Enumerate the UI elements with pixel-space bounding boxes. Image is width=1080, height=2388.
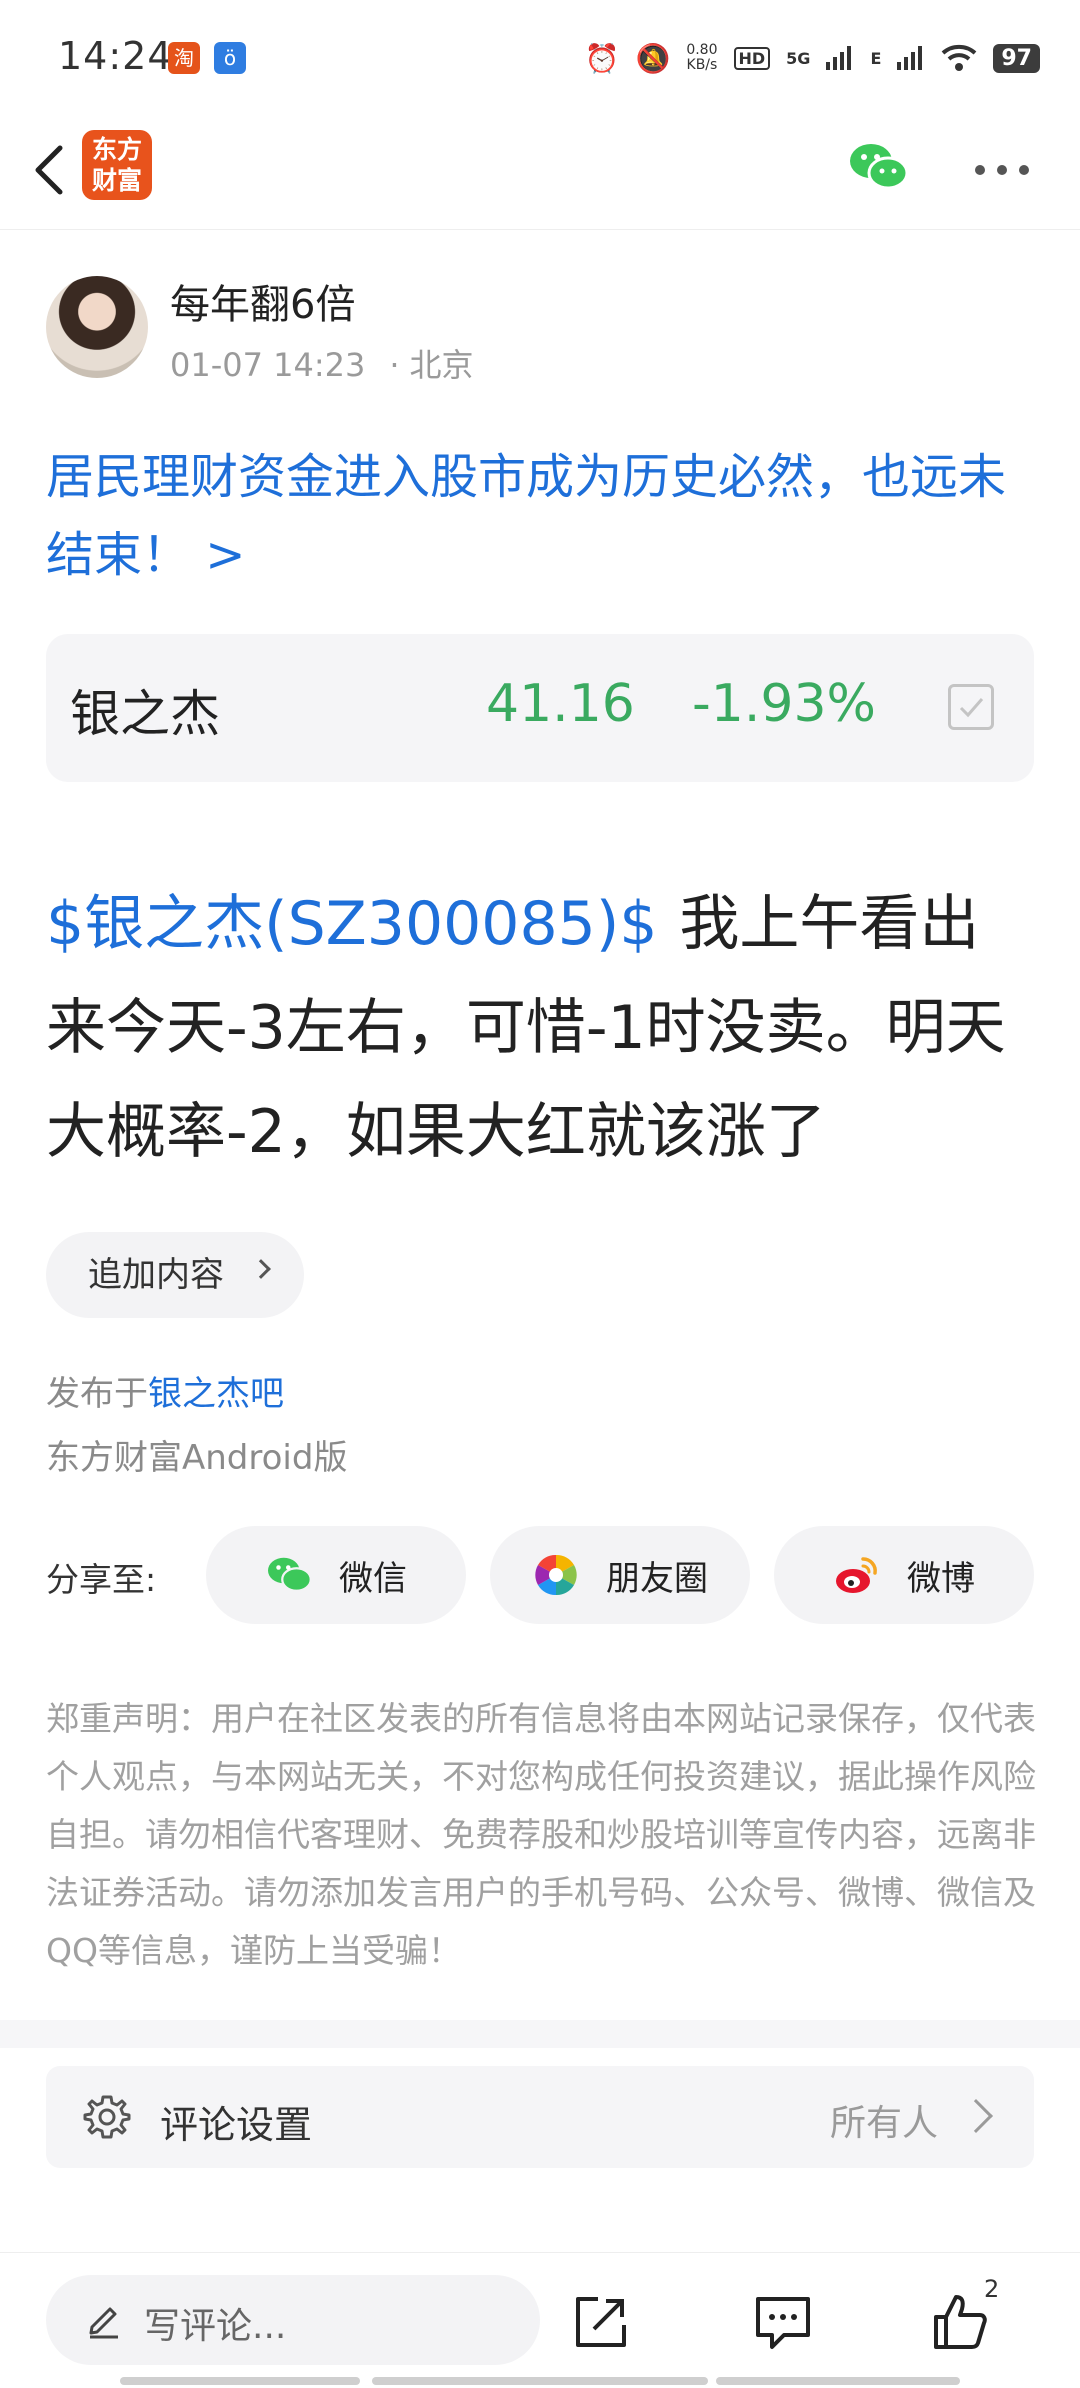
- comment-settings-row[interactable]: 评论设置 所有人: [46, 2066, 1034, 2168]
- disclaimer-text: 郑重声明：用户在社区发表的所有信息将由本网站记录保存，仅代表个人观点，与本网站无…: [46, 1699, 1036, 1970]
- comment-settings-value: 所有人: [829, 2103, 938, 2144]
- mute-icon: 🔕: [635, 41, 671, 75]
- signal-bars-2-icon: [897, 46, 923, 70]
- like-thumb-icon[interactable]: [928, 2291, 990, 2353]
- post-title-link[interactable]: 居民理财资金进入股市成为历史必然，也远未结束！ >: [46, 438, 1036, 594]
- share-wechat-button[interactable]: 微信: [206, 1526, 466, 1624]
- share-moments-button[interactable]: 朋友圈: [490, 1526, 750, 1624]
- stock-price: 41.16: [486, 674, 635, 734]
- add-watchlist-checkbox[interactable]: [948, 684, 994, 730]
- published-prefix: 发布于: [46, 1374, 148, 1414]
- logo-line-1: 东方: [91, 135, 142, 164]
- gesture-bar-segment: [120, 2377, 360, 2385]
- published-in: 发布于银之杰吧: [46, 1366, 284, 1415]
- net-speed-unit: KB/s: [686, 57, 718, 73]
- signal-5g-icon: 5G: [786, 48, 811, 68]
- post-time: 01-07 14:23: [170, 346, 366, 384]
- battery-indicator: 97: [993, 43, 1040, 73]
- stock-bar-link[interactable]: 银之杰吧: [148, 1374, 284, 1414]
- meta-separator: ·: [389, 346, 400, 384]
- alarm-icon: ⏰: [584, 41, 620, 75]
- append-content-button[interactable]: 追加内容: [46, 1232, 304, 1318]
- wechat-icon: [268, 1557, 312, 1592]
- section-divider: [0, 2020, 1080, 2048]
- share-label: 分享至:: [46, 1560, 157, 1599]
- bottom-action-bar: 写评论... 2: [0, 2252, 1080, 2388]
- more-options-icon[interactable]: [972, 150, 1032, 190]
- signal-e-icon: E: [870, 48, 882, 68]
- comment-placeholder: 写评论...: [144, 2306, 287, 2347]
- pencil-icon: [89, 2307, 118, 2339]
- share-weibo-button[interactable]: 微博: [774, 1526, 1034, 1624]
- check-icon: [959, 698, 984, 718]
- notification-app-icon: ö: [214, 42, 246, 74]
- moments-aperture-icon: [535, 1554, 577, 1596]
- hd-icon: HD: [733, 46, 771, 70]
- comment-settings-label: 评论设置: [160, 2103, 313, 2147]
- share-weibo-label: 微博: [907, 1558, 975, 1599]
- post-meta: 01-07 14:23 · 北京: [170, 340, 474, 386]
- post-body: $银之杰(SZ300085)$ 我上午看出来今天-3左右，可惜-1时没卖。明天大概…: [46, 872, 1036, 1184]
- post-location: 北京: [409, 346, 474, 384]
- signal-bars-icon: [826, 46, 852, 70]
- chevron-right-icon: [959, 2099, 993, 2133]
- share-wechat-label: 微信: [339, 1558, 407, 1599]
- net-speed-value: 0.80: [686, 42, 718, 58]
- like-count: 2: [984, 2275, 1000, 2303]
- stock-quote-card[interactable]: 银之杰 41.16 -1.93%: [46, 634, 1034, 782]
- share-moments-label: 朋友圈: [606, 1558, 708, 1599]
- author-name[interactable]: 每年翻6倍: [170, 272, 355, 330]
- status-right-icons: ⏰ 🔕 0.80 KB/s HD 5G E 97: [585, 36, 1040, 80]
- append-content-label: 追加内容: [88, 1255, 224, 1295]
- gesture-bar-segment: [716, 2377, 960, 2385]
- weibo-icon: [836, 1557, 877, 1593]
- gear-icon: [83, 2095, 131, 2139]
- stock-name: 银之杰: [70, 685, 220, 743]
- stock-tag-link[interactable]: $银之杰(SZ300085)$: [46, 889, 657, 959]
- stock-change: -1.93%: [692, 674, 876, 734]
- client-source: 东方财富Android版: [46, 1438, 348, 1478]
- gesture-bar-segment: [372, 2377, 708, 2385]
- logo-line-2: 财富: [91, 166, 142, 195]
- write-comment-input[interactable]: 写评论...: [46, 2275, 540, 2365]
- chevron-right-icon: [251, 1259, 271, 1279]
- author-avatar[interactable]: [46, 276, 148, 378]
- status-bar: 14:24 淘 ö ⏰ 🔕 0.80 KB/s HD 5G E 97: [0, 0, 1080, 110]
- wechat-share-icon[interactable]: [846, 135, 910, 199]
- comments-icon[interactable]: [752, 2291, 814, 2353]
- eastmoney-logo: 东方 财富: [82, 130, 152, 200]
- share-icon[interactable]: [570, 2291, 632, 2353]
- taobao-app-icon: 淘: [168, 42, 200, 74]
- net-speed: 0.80 KB/s: [686, 43, 717, 73]
- back-arrow-icon[interactable]: [22, 130, 82, 210]
- top-nav-bar: 东方 财富: [0, 110, 1080, 230]
- wifi-icon: [942, 44, 977, 71]
- status-time: 14:24: [58, 34, 173, 78]
